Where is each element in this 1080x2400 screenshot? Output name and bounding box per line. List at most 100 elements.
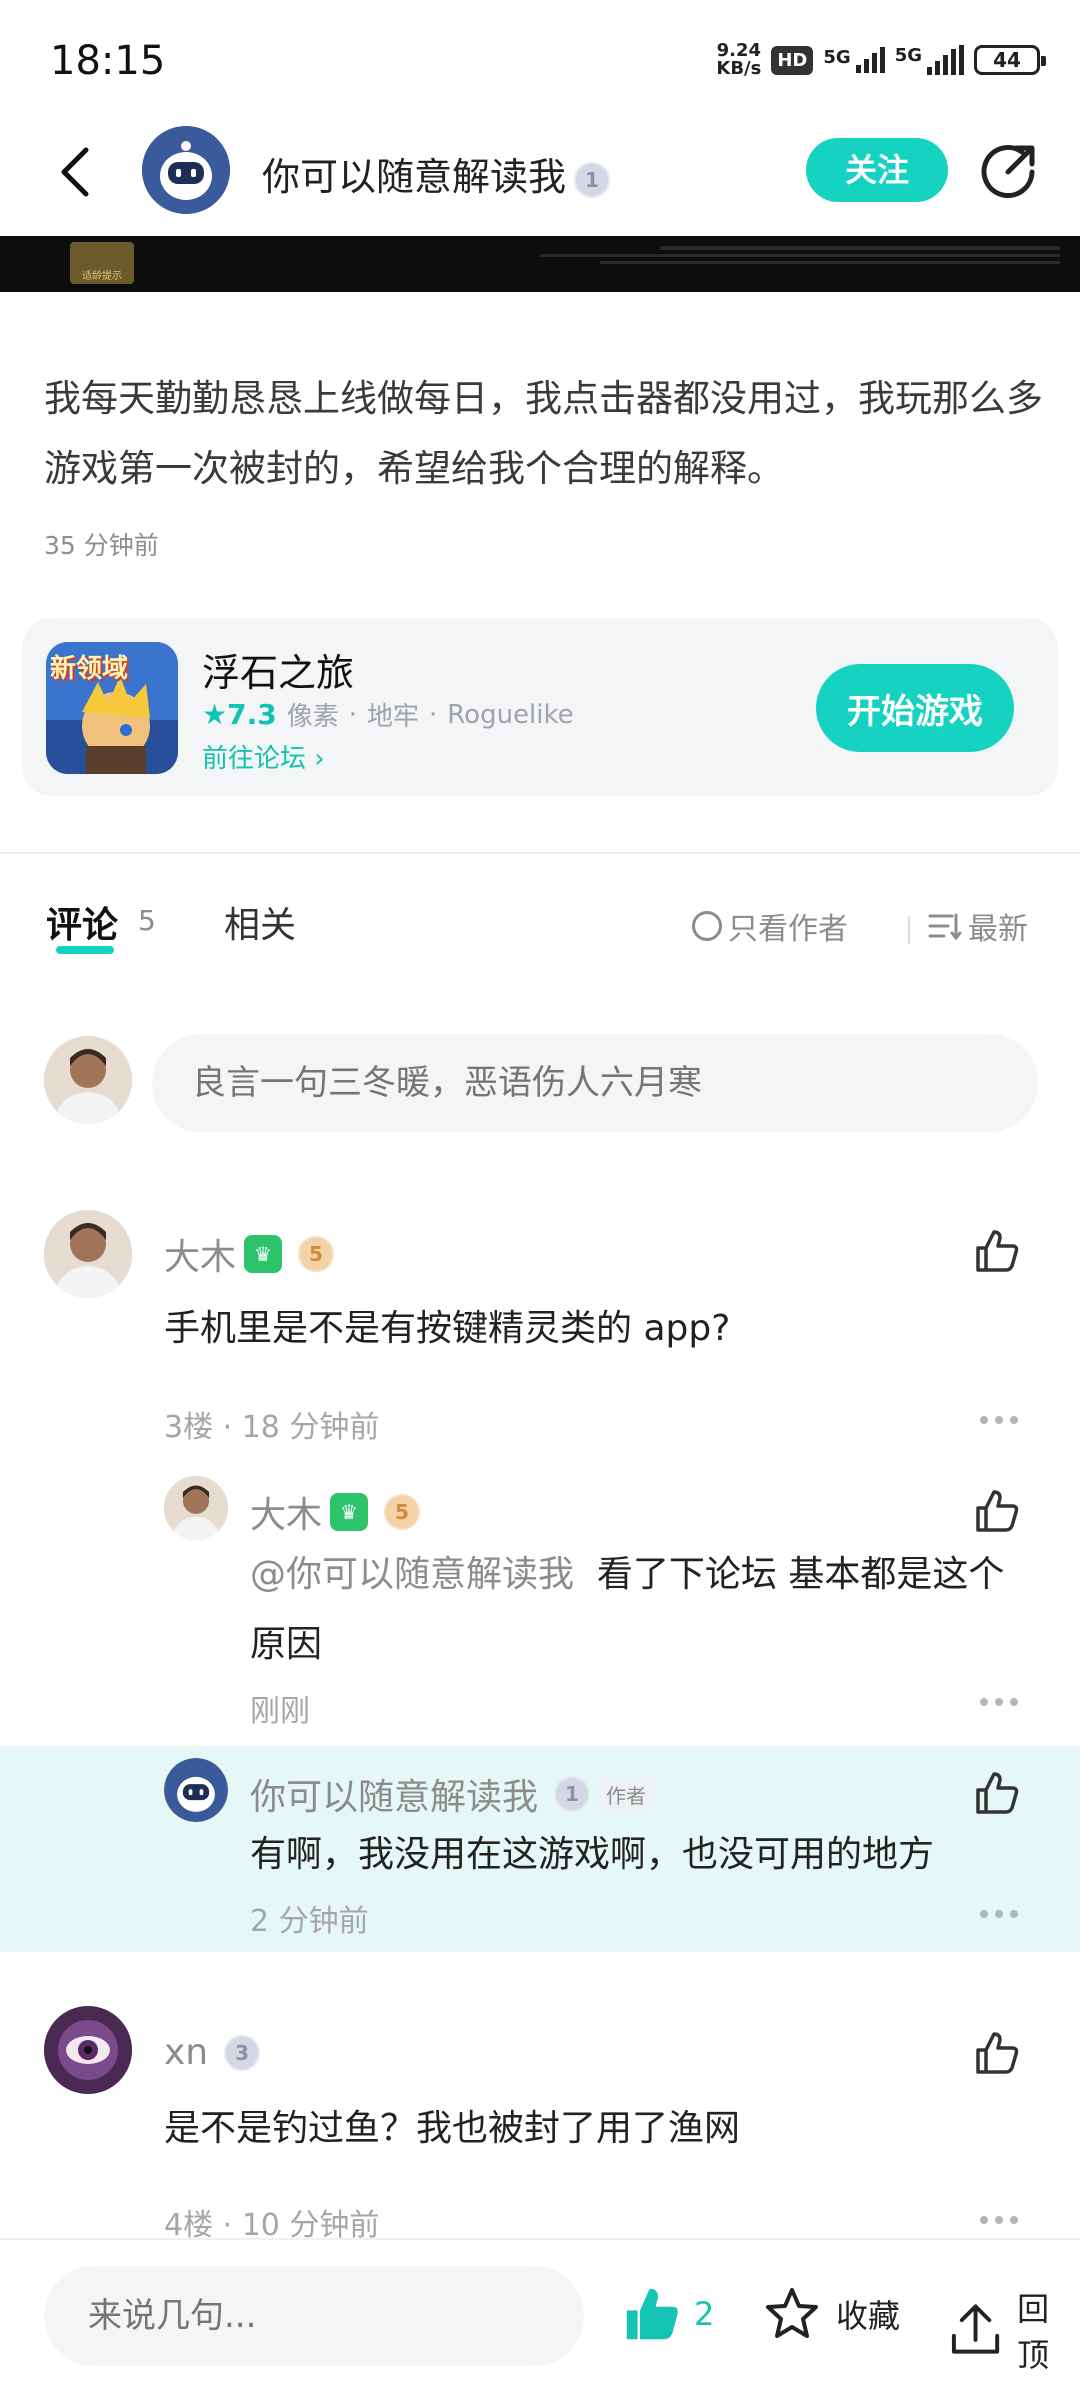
video-preview-strip[interactable]: 适龄提示 xyxy=(0,236,1080,292)
level-badge-icon: 1 xyxy=(574,161,611,198)
comment-text: 手机里是不是有按键精灵类的 app? xyxy=(164,1308,731,1349)
reply-name[interactable]: 大木 ♛ 5 xyxy=(250,1486,421,1538)
more-options-icon[interactable] xyxy=(980,2216,1018,2228)
game-meta: ★7.3 像素 · 地牢 · Roguelike xyxy=(202,696,574,733)
eye-avatar-icon xyxy=(44,2006,132,2094)
thumbs-up-filled-icon xyxy=(626,2288,678,2340)
reply-name-text: 大木 xyxy=(250,1495,323,1536)
thumbs-up-icon[interactable] xyxy=(972,2028,1022,2078)
video-notice-text xyxy=(540,240,1060,264)
comments-count: 5 xyxy=(138,904,156,937)
reply-meta: 2 分钟前 xyxy=(250,1904,369,1939)
commenter-name[interactable]: xn 3 xyxy=(164,2032,261,2073)
sort-dropdown[interactable]: 最新 xyxy=(928,904,1028,948)
robot-avatar-icon xyxy=(164,1758,228,1822)
level-badge-icon: 1 xyxy=(554,1776,591,1812)
top-nav: 你可以随意解读我 1 关注 xyxy=(0,120,1080,230)
my-avatar xyxy=(44,1036,132,1124)
comment-text: 是不是钓过鱼？我也被封了用了渔网 xyxy=(164,2108,741,2149)
trophy-badge-icon: ♛ xyxy=(330,1493,369,1531)
back-to-top-label: 回顶 xyxy=(1017,2290,1050,2374)
like-button[interactable]: 2 xyxy=(620,2284,714,2344)
robot-avatar-icon xyxy=(142,126,230,214)
game-tag: 地牢 xyxy=(366,702,419,732)
author-name-text: 你可以随意解读我 xyxy=(262,155,567,199)
game-tag: 像素 xyxy=(286,702,339,732)
thumbs-up-icon[interactable] xyxy=(972,1768,1022,1818)
signal-icon: 5G xyxy=(895,45,964,75)
forum-link[interactable]: 前往论坛 › xyxy=(202,738,325,775)
star-icon xyxy=(766,2288,818,2338)
tab-active-indicator xyxy=(56,946,114,954)
tag-separator: · xyxy=(429,699,438,730)
reply-text: @你可以随意解读我 看了下论坛 基本都是这个原因 xyxy=(250,1540,1030,1680)
status-time: 18:15 xyxy=(50,38,166,84)
sort-label: 最新 xyxy=(968,912,1028,947)
commenter-name-text: xn xyxy=(164,2032,209,2073)
back-to-top-button[interactable]: 回顶 xyxy=(948,2284,1080,2376)
reply-name[interactable]: 你可以随意解读我 1 作者 xyxy=(250,1768,655,1820)
author-only-toggle[interactable]: 只看作者 xyxy=(692,904,848,948)
battery-icon: 44 xyxy=(974,45,1046,75)
favorite-label: 收藏 xyxy=(836,2297,901,2335)
back-button[interactable] xyxy=(48,142,108,202)
person-avatar-icon xyxy=(164,1476,228,1540)
bottom-action-bar: 2 收藏 回顶 xyxy=(0,2238,1080,2400)
game-card[interactable]: 新领域 浮石之旅 ★7.3 像素 · 地牢 · Roguelike 前往论坛 ›… xyxy=(22,618,1058,796)
game-title[interactable]: 浮石之旅 xyxy=(202,642,354,697)
like-count: 2 xyxy=(694,2295,715,2333)
share-icon xyxy=(981,145,1035,198)
person-avatar-icon xyxy=(44,1210,132,1298)
game-icon-label: 新领域 xyxy=(50,654,129,684)
start-game-button[interactable]: 开始游戏 xyxy=(816,664,1014,752)
comment-input[interactable] xyxy=(152,1034,1038,1132)
sort-icon xyxy=(928,913,962,941)
reply-mention[interactable]: @你可以随意解读我 xyxy=(250,1554,574,1595)
commenter-avatar[interactable] xyxy=(44,2006,132,2094)
level-badge-icon: 5 xyxy=(298,1236,335,1272)
author-avatar[interactable] xyxy=(142,126,230,214)
net-speed-unit: KB/s xyxy=(716,58,762,79)
game-icon[interactable]: 新领域 xyxy=(46,642,178,774)
reply-input[interactable] xyxy=(44,2266,584,2366)
age-rating-tag: 适龄提示 xyxy=(70,242,134,284)
author-name[interactable]: 你可以随意解读我 1 xyxy=(262,146,611,201)
reply-avatar[interactable] xyxy=(164,1476,228,1540)
tab-related[interactable]: 相关 xyxy=(224,896,296,948)
more-options-icon[interactable] xyxy=(980,1416,1018,1428)
status-indicators: 9.24 KB/s HD 5G 5G 44 xyxy=(716,42,1046,78)
comment-meta: 3楼 · 18 分钟前 xyxy=(164,1410,380,1445)
post-body: 我每天勤勤恳恳上线做每日，我点击器都没用过，我玩那么多游戏第一次被封的，希望给我… xyxy=(44,377,1043,490)
share-button[interactable] xyxy=(978,142,1038,202)
signal-label: 5G xyxy=(894,45,922,66)
thumbs-up-icon[interactable] xyxy=(972,1226,1022,1276)
post-time: 35 分钟前 xyxy=(44,531,159,560)
signal-label: 5G xyxy=(823,47,851,68)
commenter-name-text: 大木 xyxy=(164,1237,237,1278)
reply-text: 有啊，我没用在这游戏啊，也没可用的地方 xyxy=(250,1834,935,1875)
reply-avatar[interactable] xyxy=(164,1758,228,1822)
tag-separator: · xyxy=(348,699,357,730)
commenter-avatar[interactable] xyxy=(44,1210,132,1298)
follow-button[interactable]: 关注 xyxy=(806,138,948,202)
more-options-icon[interactable] xyxy=(980,1698,1018,1710)
reply-name-text: 你可以随意解读我 xyxy=(250,1777,539,1818)
person-avatar-icon xyxy=(44,1036,132,1124)
hd-icon: HD xyxy=(771,45,814,75)
game-score: ★7.3 xyxy=(202,698,277,731)
level-badge-icon: 3 xyxy=(224,2034,261,2071)
game-tag: Roguelike xyxy=(447,699,574,730)
radio-icon xyxy=(692,911,722,941)
filter-divider xyxy=(908,916,910,944)
status-bar: 18:15 9.24 KB/s HD 5G 5G 44 xyxy=(0,0,1080,120)
more-options-icon[interactable] xyxy=(980,1910,1018,1922)
favorite-button[interactable]: 收藏 xyxy=(762,2284,900,2344)
commenter-name[interactable]: 大木 ♛ 5 xyxy=(164,1228,335,1280)
thumbs-up-icon[interactable] xyxy=(972,1486,1022,1536)
chevron-left-icon xyxy=(61,147,89,197)
network-speed: 9.24 KB/s xyxy=(716,42,761,78)
trophy-badge-icon: ♛ xyxy=(244,1235,283,1273)
tab-comments[interactable]: 评论 xyxy=(46,896,118,948)
author-tag: 作者 xyxy=(598,1777,655,1811)
upload-arrow-icon xyxy=(951,2304,1000,2354)
